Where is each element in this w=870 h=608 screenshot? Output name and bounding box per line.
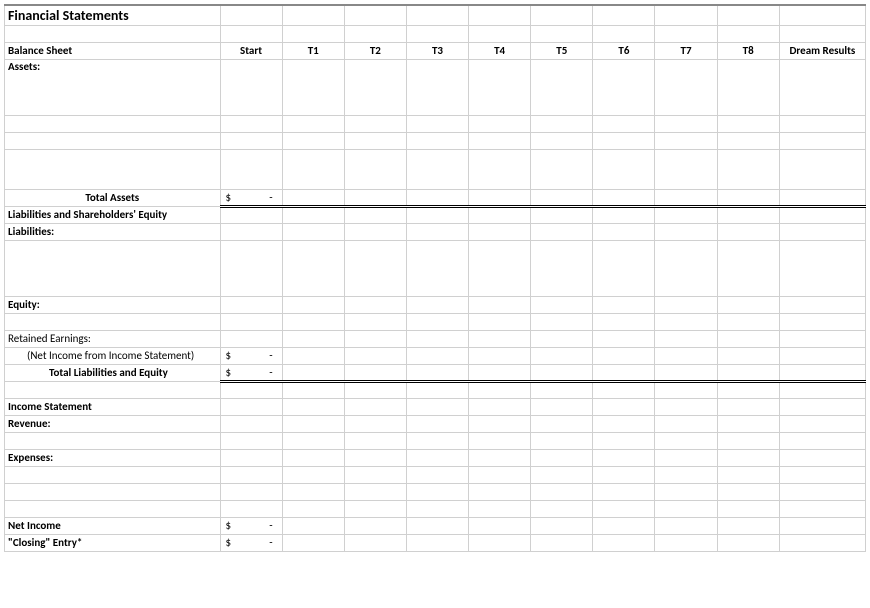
col-t5: T5 <box>531 42 593 59</box>
liabilities-label: Liabilities: <box>5 223 221 240</box>
currency-symbol: $ <box>226 349 232 362</box>
currency-amount: - <box>269 536 272 549</box>
net-income-from-is-value[interactable]: $- <box>220 347 282 364</box>
currency-symbol: $ <box>226 366 232 379</box>
col-t3: T3 <box>406 42 468 59</box>
currency-symbol: $ <box>226 536 232 549</box>
currency-symbol: $ <box>226 191 232 204</box>
col-t2: T2 <box>344 42 406 59</box>
col-dream: Dream Results <box>779 42 865 59</box>
page-title: Financial Statements <box>5 5 221 25</box>
total-liabilities-equity-label: Total Liabilities and Equity <box>5 364 221 381</box>
currency-amount: - <box>269 191 272 204</box>
balance-sheet-label: Balance Sheet <box>5 42 221 59</box>
col-t7: T7 <box>655 42 717 59</box>
col-t1: T1 <box>282 42 344 59</box>
assets-label: Assets: <box>5 59 221 115</box>
closing-entry-label: "Closing" Entry* <box>5 534 221 551</box>
currency-amount: - <box>269 519 272 532</box>
currency-amount: - <box>269 349 272 362</box>
equity-label: Equity: <box>5 296 221 313</box>
currency-amount: - <box>269 366 272 379</box>
financial-statements-table: Financial Statements Balance Sheet Start… <box>4 4 866 552</box>
liabilities-equity-label: Liabilities and Shareholders' Equity <box>5 206 221 223</box>
expenses-label: Expenses: <box>5 449 221 466</box>
total-assets-value[interactable]: $- <box>220 189 282 206</box>
total-assets-label: Total Assets <box>5 189 221 206</box>
retained-earnings-label: Retained Earnings: <box>5 330 221 347</box>
currency-symbol: $ <box>226 519 232 532</box>
revenue-label: Revenue: <box>5 415 221 432</box>
col-start: Start <box>220 42 282 59</box>
net-income-from-is-label: (Net Income from Income Statement) <box>5 347 221 364</box>
col-t6: T6 <box>593 42 655 59</box>
net-income-value[interactable]: $- <box>220 517 282 534</box>
net-income-label: Net Income <box>5 517 221 534</box>
col-t8: T8 <box>717 42 779 59</box>
col-t4: T4 <box>469 42 531 59</box>
income-statement-label: Income Statement <box>5 398 221 415</box>
total-liabilities-equity-value[interactable]: $- <box>220 364 282 381</box>
closing-entry-value[interactable]: $- <box>220 534 282 551</box>
